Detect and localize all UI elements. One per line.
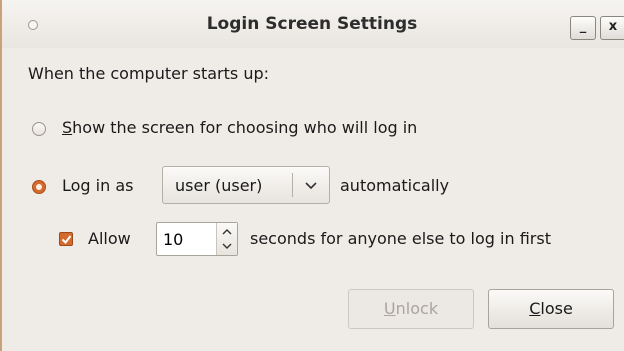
- user-select-combo[interactable]: user (user): [162, 166, 330, 204]
- unlock-mnemonic: U: [383, 299, 396, 318]
- startup-label: When the computer starts up:: [28, 64, 269, 83]
- unlock-button[interactable]: Unlock: [348, 289, 474, 329]
- seconds-suffix: seconds for anyone else to log in first: [250, 229, 551, 248]
- auto-login-suffix: automatically: [340, 176, 450, 195]
- allow-checkbox[interactable]: [59, 232, 73, 246]
- window-title: Login Screen Settings: [206, 14, 418, 34]
- close-mnemonic: C: [529, 299, 541, 318]
- user-select-value: user (user): [175, 176, 263, 195]
- seconds-spinbutton[interactable]: [156, 222, 238, 256]
- chevron-down-icon: [305, 182, 317, 190]
- close-text: lose: [540, 299, 573, 318]
- seconds-input[interactable]: [163, 228, 213, 250]
- chevron-down-icon[interactable]: [222, 241, 232, 251]
- checkmark-icon: [61, 235, 72, 245]
- show-chooser-label[interactable]: Show the screen for choosing who will lo…: [62, 118, 417, 137]
- close-button[interactable]: Close: [488, 289, 614, 329]
- minimize-button[interactable]: _: [570, 16, 596, 40]
- window-menu-icon[interactable]: [28, 20, 38, 30]
- spin-arrows[interactable]: [216, 223, 237, 255]
- unlock-text: nlock: [395, 299, 439, 318]
- auto-login-label[interactable]: Log in as: [62, 176, 133, 195]
- close-window-button[interactable]: x: [600, 16, 624, 40]
- auto-login-radio[interactable]: [32, 180, 46, 194]
- chevron-up-icon[interactable]: [222, 227, 232, 237]
- allow-label[interactable]: Allow: [88, 229, 131, 248]
- show-chooser-text: how the screen for choosing who will log…: [72, 118, 418, 137]
- show-chooser-mnemonic: S: [62, 118, 73, 137]
- title-bar[interactable]: Login Screen Settings _ x: [2, 0, 624, 48]
- show-chooser-radio[interactable]: [32, 122, 46, 136]
- login-settings-window: Login Screen Settings _ x When the compu…: [0, 0, 624, 351]
- combo-separator: [292, 173, 293, 197]
